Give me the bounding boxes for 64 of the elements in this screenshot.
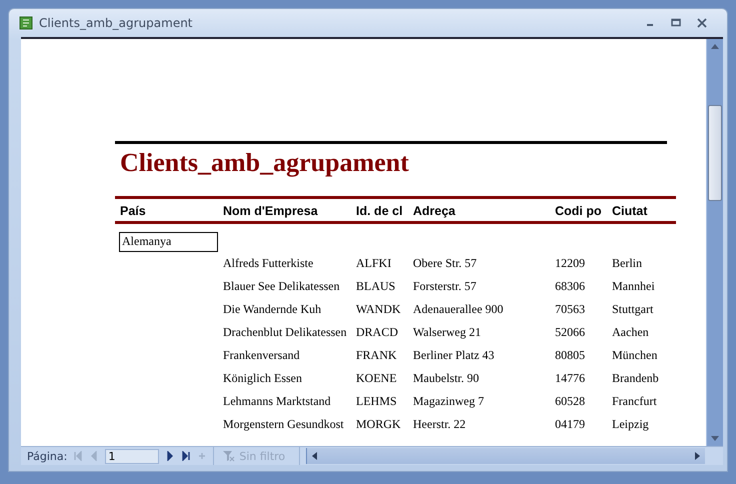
page-label: Página: xyxy=(27,450,68,462)
table-cell-text: 14776 xyxy=(555,371,586,386)
column-header: País xyxy=(120,204,147,218)
filter-icon xyxy=(222,450,236,462)
table-cell-text: 70563 xyxy=(555,302,586,317)
table-cell-text: Forsterstr. 57 xyxy=(413,279,478,294)
close-icon[interactable] xyxy=(697,18,707,28)
table-cell-text: Lehmanns Marktstand xyxy=(223,394,332,409)
table-cell-text: Heerstr. 22 xyxy=(413,417,467,432)
table-cell-text: Brandenb xyxy=(612,371,660,386)
table-cell-text: WANDK xyxy=(356,302,402,317)
window-title: Clients_amb_agrupament xyxy=(39,16,193,30)
scroll-down-icon[interactable] xyxy=(710,436,720,442)
column-header: Adreça xyxy=(413,204,456,218)
table-cell-text: BLAUS xyxy=(356,279,396,294)
table-cell-text: Francfurt xyxy=(612,394,658,409)
table-cell-text: Drachenblut Delikatessen xyxy=(223,325,348,340)
table-cell-text: ALFKI xyxy=(356,256,392,271)
group-label: Alemanya xyxy=(119,232,218,252)
table-cell-text: Königlich Essen xyxy=(223,371,303,386)
nav-last-icon[interactable] xyxy=(181,451,192,461)
horizontal-scrollbar[interactable] xyxy=(306,448,705,464)
table-cell-text: Berliner Platz 43 xyxy=(413,348,496,363)
scroll-left-icon[interactable] xyxy=(311,451,318,461)
table-cell-text: Walserweg 21 xyxy=(413,325,482,340)
column-header: Ciutat xyxy=(612,204,648,218)
table-cell-text: Aachen xyxy=(612,325,650,340)
vertical-scrollbar[interactable] xyxy=(706,39,723,446)
scroll-up-icon[interactable] xyxy=(710,43,720,49)
table-cell-text: Die Wandernde Kuh xyxy=(223,302,322,317)
table-cell-text: Leipzig xyxy=(612,417,650,432)
table-cell-text: 68306 xyxy=(555,279,586,294)
table-cell-text: Maubelstr. 90 xyxy=(413,371,480,386)
table-cell-text: 80805 xyxy=(555,348,586,363)
table-cell-text: KOENE xyxy=(356,371,398,386)
table-cell-text: 52066 xyxy=(555,325,586,340)
table-cell-text: LEHMS xyxy=(356,394,398,409)
column-header: Id. de cl xyxy=(356,204,404,218)
column-header: Nom d'Empresa xyxy=(223,204,319,218)
table-cell-text: FRANK xyxy=(356,348,398,363)
table-cell-text: MORGK xyxy=(356,417,402,432)
report-icon xyxy=(19,16,33,30)
table-cell-text: Alfreds Futterkiste xyxy=(223,256,314,271)
table-cell-text: 04179 xyxy=(555,417,586,432)
table-cell-text: Stuttgart xyxy=(612,302,654,317)
table-cell-text: Mannhei xyxy=(612,279,656,294)
table-cell-text: Berlin xyxy=(612,256,643,271)
table-cell-text: Adenauerallee 900 xyxy=(413,302,504,317)
table-cell-text: München xyxy=(612,348,658,363)
page-number-field[interactable]: 1 xyxy=(105,448,160,464)
report-title: Clients_amb_agrupament xyxy=(115,141,667,182)
column-header: Codi po xyxy=(555,204,603,218)
table-cell-text: Magazinweg 7 xyxy=(413,394,485,409)
table-cell-text: Frankenversand xyxy=(223,348,301,363)
nav-next-icon[interactable] xyxy=(165,451,176,461)
maximize-icon[interactable] xyxy=(671,18,681,28)
table-cell-text: 12209 xyxy=(555,256,586,271)
scroll-thumb[interactable] xyxy=(708,105,722,201)
table-cell-text: DRACD xyxy=(356,325,400,340)
table-cell-text: Morgenstern Gesundkost xyxy=(223,417,345,432)
scroll-right-icon[interactable] xyxy=(695,451,701,461)
table-cell-text: 60528 xyxy=(555,394,586,409)
table-cell-text: Blauer See Delikatessen xyxy=(223,279,341,294)
table-cell-text: Obere Str. 57 xyxy=(413,256,478,271)
